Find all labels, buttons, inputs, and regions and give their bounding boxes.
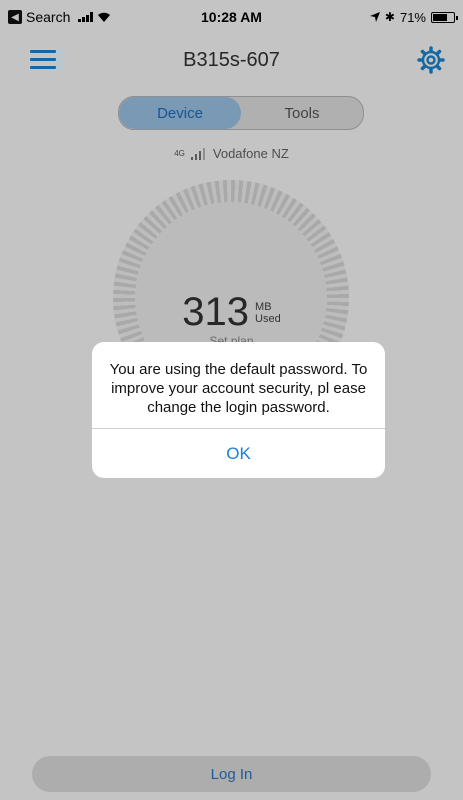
alert-dialog: You are using the default password. To i… (92, 342, 385, 478)
dialog-message: You are using the default password. To i… (109, 361, 368, 416)
ok-button[interactable]: OK (92, 429, 385, 478)
